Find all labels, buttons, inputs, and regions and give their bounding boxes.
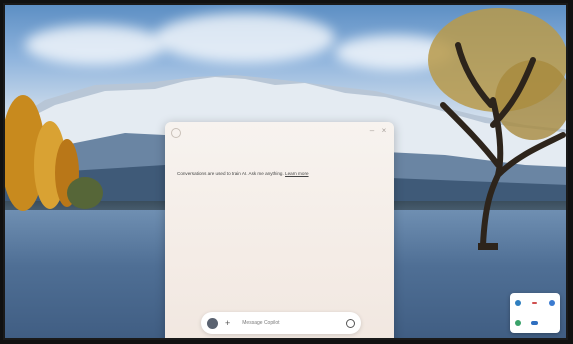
wallpaper-lone-tree xyxy=(428,8,566,250)
settings-icon[interactable] xyxy=(548,300,555,306)
tray-flyout xyxy=(510,293,560,333)
plus-icon[interactable]: + xyxy=(225,318,230,328)
circle-menu-icon[interactable] xyxy=(171,128,181,138)
message-composer[interactable]: + Message Copilot xyxy=(201,312,361,334)
empty-slot xyxy=(549,320,555,326)
close-icon[interactable] xyxy=(532,302,538,304)
wallpaper-autumn-trees xyxy=(5,95,103,211)
copilot-logo-icon[interactable] xyxy=(207,317,218,329)
desktop: – × Conversations are used to train AI. … xyxy=(3,3,568,340)
copilot-icon[interactable] xyxy=(515,300,522,306)
app-icon[interactable] xyxy=(515,320,522,326)
copilot-panel: – × Conversations are used to train AI. … xyxy=(165,122,394,338)
chat-icon[interactable] xyxy=(531,321,539,325)
learn-more-link[interactable]: Learn more xyxy=(285,171,309,176)
message-input[interactable]: Message Copilot xyxy=(242,320,346,326)
panel-actions: – × xyxy=(368,127,388,135)
minimize-icon[interactable]: – xyxy=(368,127,376,135)
close-icon[interactable]: × xyxy=(380,127,388,135)
greeting-body: Conversations are used to train AI. Ask … xyxy=(177,171,284,176)
greeting-text: Conversations are used to train AI. Ask … xyxy=(177,170,377,177)
microphone-icon[interactable] xyxy=(346,318,355,328)
